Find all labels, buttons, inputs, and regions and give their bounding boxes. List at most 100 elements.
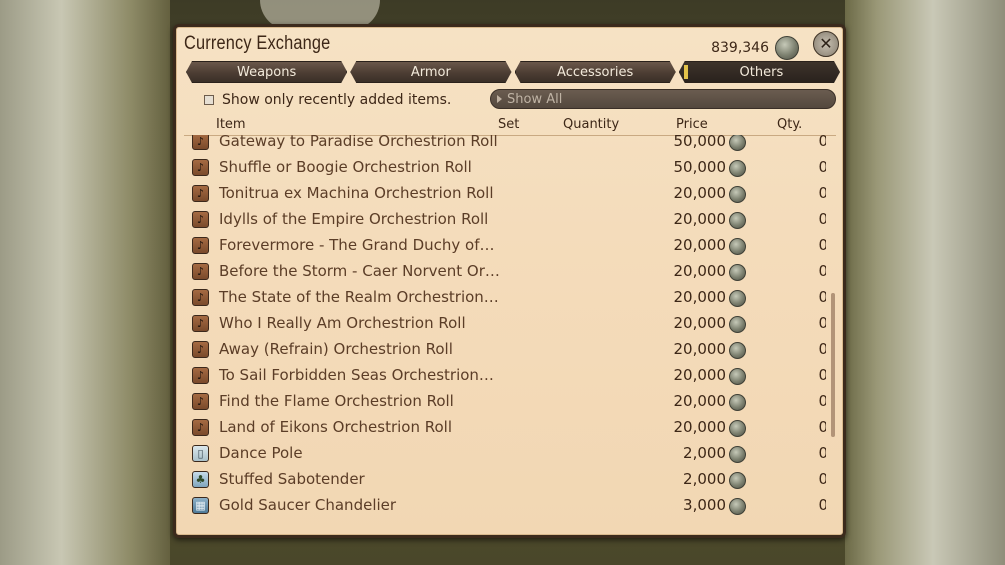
list-item[interactable]: ▯ Dance Pole 2,000 0 [186,440,826,466]
currency-exchange-window: Currency Exchange 839,346 ✕ Weapons Armo… [173,24,846,538]
item-list: ♪ Gateway to Paradise Orchestrion Roll 50,… [186,135,826,529]
scrollbar-thumb[interactable] [831,293,835,437]
item-price: 20,000 [673,288,727,306]
item-qty: 0 [818,444,826,462]
mgp-coin-icon [729,238,746,255]
item-name: Land of Eikons Orchestrion Roll [219,418,453,436]
orchestrion-roll-icon: ♪ [192,419,209,436]
list-item[interactable]: ♪ Idylls of the Empire Orchestrion Roll 20… [186,206,826,232]
mgp-coin-icon [729,290,746,307]
recent-items-checkbox[interactable] [204,95,214,105]
column-qty: Qty. [777,117,803,132]
background-left [0,0,175,565]
item-name: Find the Flame Orchestrion Roll [219,392,454,410]
close-icon[interactable]: ✕ [813,31,839,57]
item-price: 20,000 [673,340,727,358]
list-item[interactable]: ♪ Land of Eikons Orchestrion Roll 20,000 0 [186,414,826,440]
mgp-coin-icon [729,498,746,515]
orchestrion-roll-icon: ♪ [192,367,209,384]
show-filter-dropdown[interactable]: Show All [490,89,836,109]
item-name: Who I Really Am Orchestrion Roll [219,314,466,332]
item-qty: 0 [818,366,826,384]
item-price: 50,000 [673,158,727,176]
sabotender-icon: ♣ [192,471,209,488]
list-item[interactable]: ♪ Before the Storm - Caer Norvent Or… 20,0… [186,258,826,284]
item-name: Before the Storm - Caer Norvent Or… [219,262,500,280]
column-quantity: Quantity [563,117,620,132]
orchestrion-roll-icon: ♪ [192,159,209,176]
item-qty: 0 [818,392,826,410]
mgp-coin-icon [729,160,746,177]
active-tab-marker [684,65,688,79]
orchestrion-roll-icon: ♪ [192,315,209,332]
list-item[interactable]: ♪ Away (Refrain) Orchestrion Roll 20,000 0 [186,336,826,362]
list-item[interactable]: ♣ Stuffed Sabotender 2,000 0 [186,466,826,492]
mgp-coin-icon [729,316,746,333]
currency-display: 839,346 [711,36,799,60]
orchestrion-roll-icon: ♪ [192,135,209,150]
item-price: 20,000 [673,392,727,410]
list-item[interactable]: ♪ Who I Really Am Orchestrion Roll 20,000 0 [186,310,826,336]
tab-others[interactable]: Others [679,61,840,83]
list-item[interactable]: ▦ Gold Saucer Chandelier 3,000 0 [186,492,826,518]
orchestrion-roll-icon: ♪ [192,185,209,202]
item-price: 20,000 [673,184,727,202]
item-qty: 0 [818,418,826,436]
tab-accessories[interactable]: Accessories [515,61,676,83]
mgp-coin-icon [729,135,746,151]
chandelier-icon: ▦ [192,497,209,514]
item-qty: 0 [818,470,826,488]
tab-armor[interactable]: Armor [350,61,511,83]
list-item[interactable]: ♪ Forevermore - The Grand Duchy of… 20,000… [186,232,826,258]
item-price: 20,000 [673,210,727,228]
tab-label: Weapons [236,64,297,80]
currency-amount: 839,346 [711,40,769,56]
list-item[interactable]: ♪ Find the Flame Orchestrion Roll 20,000 0 [186,388,826,414]
item-name: To Sail Forbidden Seas Orchestrion… [219,366,494,384]
item-name: Stuffed Sabotender [219,470,365,488]
dance-pole-icon: ▯ [192,445,209,462]
mgp-coin-icon [729,212,746,229]
tab-weapons[interactable]: Weapons [186,61,347,83]
orchestrion-roll-icon: ♪ [192,263,209,280]
tab-label: Armor [410,64,451,80]
item-qty: 0 [818,288,826,306]
mgp-coin-icon [729,420,746,437]
item-name: Away (Refrain) Orchestrion Roll [219,340,453,358]
item-name: Shuffle or Boogie Orchestrion Roll [219,158,472,176]
list-item[interactable]: ♪ To Sail Forbidden Seas Orchestrion… 20,0… [186,362,826,388]
item-qty: 0 [818,158,826,176]
item-qty: 0 [818,262,826,280]
item-price: 2,000 [683,444,726,462]
list-item[interactable]: ♪ Gateway to Paradise Orchestrion Roll 50,… [186,135,826,154]
mgp-coin-icon [729,342,746,359]
orchestrion-roll-icon: ♪ [192,289,209,306]
background-right [845,0,1005,565]
item-price: 20,000 [673,366,727,384]
item-price: 3,000 [683,496,726,514]
item-qty: 0 [818,135,826,150]
item-price: 20,000 [673,236,727,254]
mgp-coin-icon [729,186,746,203]
dropdown-value: Show All [507,91,563,107]
column-header: Item Set Quantity Price Qty. [186,115,834,135]
mgp-coin-icon [775,36,799,60]
window-title: Currency Exchange [184,33,331,54]
item-price: 20,000 [673,314,727,332]
item-name: Gold Saucer Chandelier [219,496,397,514]
item-name: Forevermore - The Grand Duchy of… [219,236,495,254]
list-item[interactable]: ♪ Tonitrua ex Machina Orchestrion Roll 20,… [186,180,826,206]
item-qty: 0 [818,184,826,202]
recent-items-label: Show only recently added items. [222,92,452,108]
scrollbar[interactable] [831,293,835,437]
list-item[interactable]: ♪ The State of the Realm Orchestrion… 20,0… [186,284,826,310]
dropdown-arrow-icon [497,95,502,103]
mgp-coin-icon [729,446,746,463]
item-price: 20,000 [673,418,727,436]
column-price: Price [676,117,708,132]
tab-label: Accessories [557,64,634,80]
orchestrion-roll-icon: ♪ [192,341,209,358]
mgp-coin-icon [729,368,746,385]
list-item[interactable]: ♪ Shuffle or Boogie Orchestrion Roll 50,00… [186,154,826,180]
mgp-coin-icon [729,394,746,411]
